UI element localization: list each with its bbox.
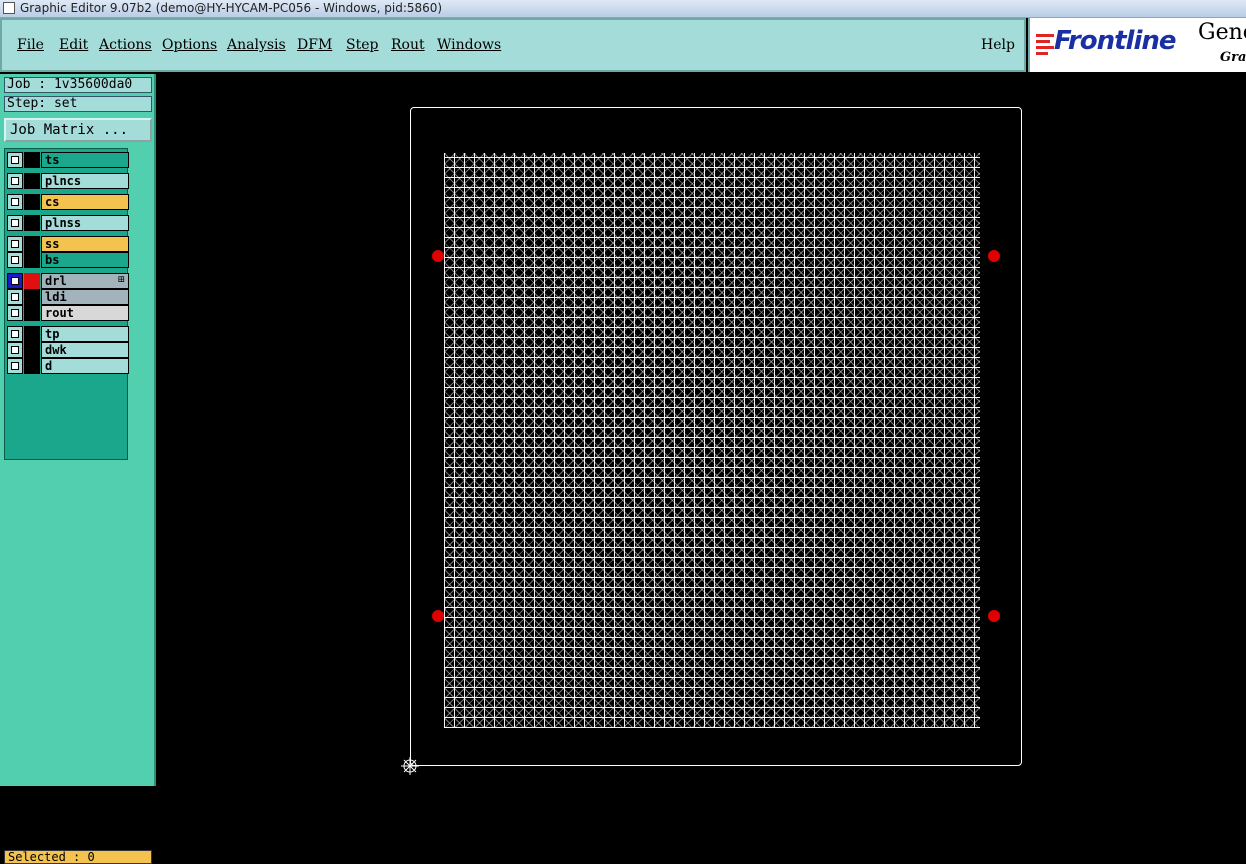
layer-color-swatch[interactable] xyxy=(24,194,40,210)
layer-row-drl[interactable]: drl ⊞ xyxy=(7,273,129,289)
layer-name[interactable]: rout xyxy=(41,305,129,321)
layer-color-swatch[interactable] xyxy=(24,215,40,231)
layer-row-tp[interactable]: tp xyxy=(7,326,129,342)
fiducial-mark xyxy=(988,610,1000,622)
product-subtitle: Grap xyxy=(1220,50,1246,65)
layer-row-plncs[interactable]: plncs xyxy=(7,173,129,189)
layer-row-rout[interactable]: rout xyxy=(7,305,129,321)
layer-name[interactable]: plnss xyxy=(41,215,129,231)
layer-color-swatch[interactable] xyxy=(24,305,40,321)
layer-list: ts plncs cs plnss ss bs drl ⊞ ldi rout t… xyxy=(4,148,129,460)
layer-color-swatch[interactable] xyxy=(24,289,40,305)
layer-row-cs[interactable]: cs xyxy=(7,194,129,210)
layer-checkbox[interactable] xyxy=(7,326,23,342)
layer-name[interactable]: tp xyxy=(41,326,129,342)
layer-checkbox[interactable] xyxy=(7,215,23,231)
window-title: Graphic Editor 9.07b2 (demo@HY-HYCAM-PC0… xyxy=(20,1,443,15)
origin-crosshair-icon xyxy=(401,757,419,775)
layer-expand-icon[interactable]: ⊞ xyxy=(117,275,125,285)
menu-analysis[interactable]: Analysis xyxy=(227,37,286,53)
layer-color-swatch[interactable] xyxy=(24,152,40,168)
layer-name[interactable]: ss xyxy=(41,236,129,252)
layer-name[interactable]: ts xyxy=(41,152,129,168)
layer-checkbox[interactable] xyxy=(7,358,23,374)
fiducial-mark xyxy=(432,250,444,262)
layer-row-ss[interactable]: ss xyxy=(7,236,129,252)
job-matrix-button[interactable]: Job Matrix ... xyxy=(4,118,152,142)
layer-panel: Job : 1v35600da0 Step: set Job Matrix ..… xyxy=(0,74,156,864)
selected-count: Selected : 0 xyxy=(4,850,152,864)
layer-name[interactable]: plncs xyxy=(41,173,129,189)
layer-checkbox[interactable] xyxy=(7,173,23,189)
layer-name[interactable]: cs xyxy=(41,194,129,210)
layer-name[interactable]: d xyxy=(41,358,129,374)
layer-row-bs[interactable]: bs xyxy=(7,252,129,268)
menu-options[interactable]: Options xyxy=(162,37,217,53)
product-name: Gene xyxy=(1198,20,1246,45)
layer-color-swatch[interactable] xyxy=(24,273,40,289)
fiducial-mark xyxy=(432,610,444,622)
menu-actions[interactable]: Actions xyxy=(99,37,152,53)
logo-stripes-icon xyxy=(1036,34,1054,58)
layer-color-swatch[interactable] xyxy=(24,236,40,252)
menu-file[interactable]: File xyxy=(17,37,44,53)
layer-checkbox[interactable] xyxy=(7,342,23,358)
layer-color-swatch[interactable] xyxy=(24,326,40,342)
layer-row-ts[interactable]: ts xyxy=(7,152,129,168)
layer-row-d[interactable]: d xyxy=(7,358,129,374)
step-name: Step: set xyxy=(4,96,152,112)
menu-step[interactable]: Step xyxy=(346,37,378,53)
layer-row-plnss[interactable]: plnss xyxy=(7,215,129,231)
menu-windows[interactable]: Windows xyxy=(437,37,501,53)
layer-row-dwk[interactable]: dwk xyxy=(7,342,129,358)
layer-color-swatch[interactable] xyxy=(24,358,40,374)
layer-name[interactable]: ldi xyxy=(41,289,129,305)
menu-rout[interactable]: Rout xyxy=(391,37,425,53)
frontline-logo: Frontline Gene Grap xyxy=(1028,18,1246,72)
job-name: Job : 1v35600da0 xyxy=(4,77,152,93)
menu-dfm[interactable]: DFM xyxy=(297,37,332,53)
fiducial-mark xyxy=(988,250,1000,262)
layer-name[interactable]: drl xyxy=(41,273,129,289)
app-icon xyxy=(3,2,15,14)
layer-color-swatch[interactable] xyxy=(24,173,40,189)
layer-name[interactable]: dwk xyxy=(41,342,129,358)
layer-checkbox[interactable] xyxy=(7,289,23,305)
graphic-canvas[interactable] xyxy=(158,74,1246,786)
layer-checkbox[interactable] xyxy=(7,152,23,168)
layer-checkbox[interactable] xyxy=(7,252,23,268)
layer-checkbox[interactable] xyxy=(7,273,23,289)
menu-edit[interactable]: Edit xyxy=(59,37,88,53)
layer-checkbox[interactable] xyxy=(7,194,23,210)
menubar: File Edit Actions Options Analysis DFM S… xyxy=(0,18,1026,72)
layer-name[interactable]: bs xyxy=(41,252,129,268)
layer-color-swatch[interactable] xyxy=(24,252,40,268)
layer-checkbox[interactable] xyxy=(7,236,23,252)
window-titlebar: Graphic Editor 9.07b2 (demo@HY-HYCAM-PC0… xyxy=(0,0,1246,18)
menu-help[interactable]: Help xyxy=(981,37,1015,53)
panel-array xyxy=(444,153,980,728)
logo-wordmark: Frontline xyxy=(1054,26,1176,56)
layer-color-swatch[interactable] xyxy=(24,342,40,358)
layer-checkbox[interactable] xyxy=(7,305,23,321)
layer-row-ldi[interactable]: ldi xyxy=(7,289,129,305)
